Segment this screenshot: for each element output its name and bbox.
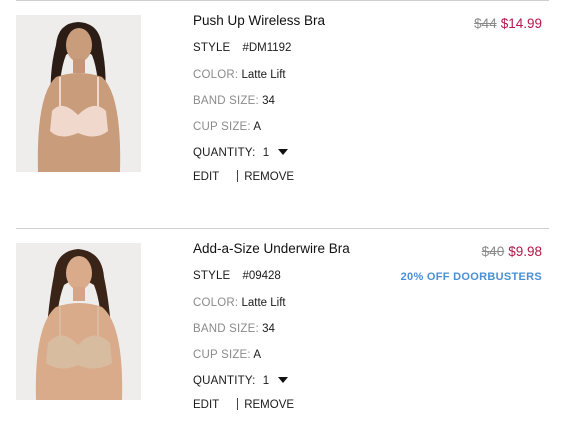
sale-price: $9.98 xyxy=(508,244,542,259)
style-label: STYLE xyxy=(193,42,231,54)
band-size-row: BAND SIZE: 34 xyxy=(193,95,275,107)
edit-link[interactable]: EDIT xyxy=(193,171,219,183)
item-actions: EDIT REMOVE xyxy=(193,170,294,183)
remove-link[interactable]: REMOVE xyxy=(244,399,294,411)
cup-size-value: A xyxy=(253,349,262,361)
band-size-value: 34 xyxy=(262,323,275,335)
sale-price: $14.99 xyxy=(500,16,542,31)
cup-size-label: CUP SIZE: xyxy=(193,121,251,133)
chevron-down-icon xyxy=(278,149,289,155)
original-price: $44 xyxy=(474,16,497,31)
remove-link[interactable]: REMOVE xyxy=(244,171,294,183)
color-row: COLOR: Latte Lift xyxy=(193,297,286,309)
action-separator xyxy=(237,170,239,182)
quantity-label: QUANTITY: xyxy=(193,147,256,159)
style-value: #09428 xyxy=(242,270,281,282)
quantity-value: 1 xyxy=(262,375,270,387)
quantity-row: QUANTITY: 1 xyxy=(193,375,289,387)
edit-link[interactable]: EDIT xyxy=(193,399,219,411)
original-price: $40 xyxy=(481,244,505,259)
product-image[interactable] xyxy=(16,15,141,172)
color-value: Latte Lift xyxy=(241,297,286,309)
band-size-value: 34 xyxy=(262,95,275,107)
style-value: #DM1192 xyxy=(242,42,292,54)
color-label: COLOR: xyxy=(193,69,239,81)
band-size-label: BAND SIZE: xyxy=(193,95,259,107)
quantity-select[interactable]: 1 xyxy=(262,375,289,387)
product-image[interactable] xyxy=(16,243,141,400)
cart-item: Push Up Wireless Bra STYLE #DM1192 COLOR:… xyxy=(0,0,574,200)
product-photo-icon xyxy=(16,15,141,172)
quantity-value: 1 xyxy=(262,147,270,159)
quantity-label: QUANTITY: xyxy=(193,375,256,387)
product-name[interactable]: Add-a-Size Underwire Bra xyxy=(193,241,350,256)
cup-size-row: CUP SIZE: A xyxy=(193,349,261,361)
color-value: Latte Lift xyxy=(241,69,286,81)
action-separator xyxy=(237,398,239,410)
style-row: STYLE #DM1192 xyxy=(193,42,291,54)
color-row: COLOR: Latte Lift xyxy=(193,69,286,81)
item-actions: EDIT REMOVE xyxy=(193,398,294,411)
cup-size-row: CUP SIZE: A xyxy=(193,121,261,133)
product-name[interactable]: Push Up Wireless Bra xyxy=(193,13,325,28)
product-photo-icon xyxy=(16,243,141,400)
cart-item: Add-a-Size Underwire Bra STYLE #09428 COL… xyxy=(0,228,574,428)
price: $40 $9.98 xyxy=(482,244,542,259)
band-size-label: BAND SIZE: xyxy=(193,323,259,335)
price: $44 $14.99 xyxy=(474,16,542,31)
promo-badge: 20% OFF DOORBUSTERS xyxy=(400,271,542,283)
cup-size-value: A xyxy=(253,121,262,133)
style-row: STYLE #09428 xyxy=(193,270,281,282)
band-size-row: BAND SIZE: 34 xyxy=(193,323,275,335)
quantity-select[interactable]: 1 xyxy=(262,147,289,159)
cup-size-label: CUP SIZE: xyxy=(193,349,251,361)
style-label: STYLE xyxy=(193,270,231,282)
quantity-row: QUANTITY: 1 xyxy=(193,147,289,159)
color-label: COLOR: xyxy=(193,297,239,309)
chevron-down-icon xyxy=(278,377,289,383)
